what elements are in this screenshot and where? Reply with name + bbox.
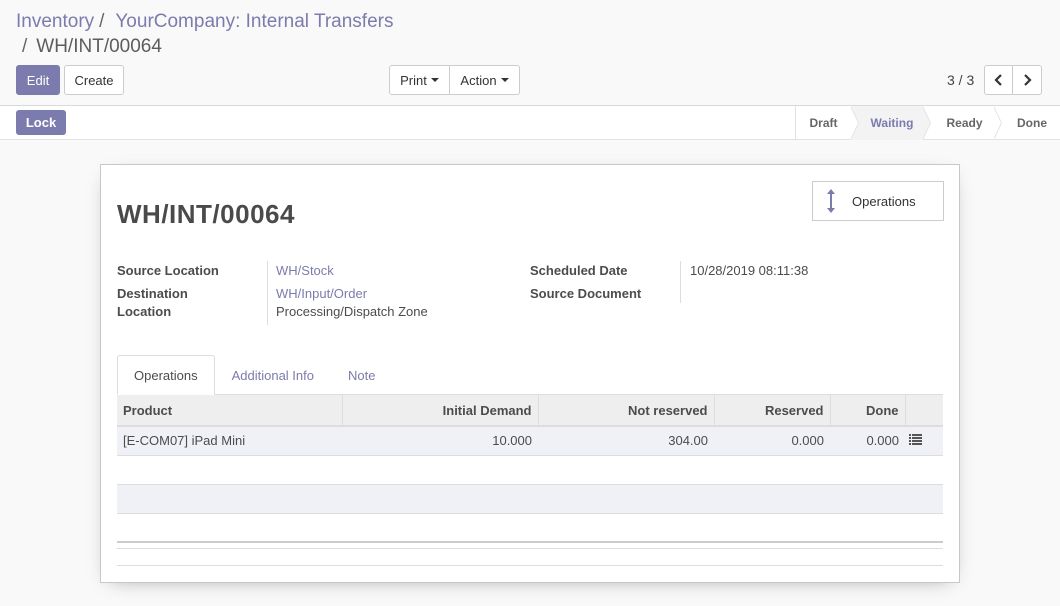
cell-initial-demand: 10.000 [342, 426, 538, 456]
column-header-product[interactable]: Product [117, 395, 343, 427]
breadcrumb: Inventory / YourCompany: Internal Transfe… [16, 11, 393, 33]
stage-ready: Ready [923, 106, 1002, 140]
column-header-reserved[interactable]: Reserved [714, 395, 831, 427]
scheduled-date-label: Scheduled Date [530, 263, 628, 278]
tab-additional-info[interactable]: Additional Info [215, 355, 331, 395]
destination-location-label: Destination [117, 286, 188, 301]
column-header-initial-demand[interactable]: Initial Demand [342, 395, 539, 427]
caret-down-icon [430, 78, 439, 82]
stage-done: Done [994, 106, 1060, 140]
stage-arrow [993, 106, 1002, 140]
list-icon[interactable] [909, 434, 922, 446]
table-row[interactable]: [E-COM07] iPad Mini 10.000 304.00 0.000 … [117, 426, 943, 456]
stage-label: Ready [946, 116, 983, 130]
table-row-empty [117, 455, 943, 485]
column-header-done[interactable]: Done [830, 395, 906, 427]
stage-draft: Draft [795, 106, 859, 140]
stage-arrow [922, 106, 931, 140]
cell-product: [E-COM07] iPad Mini [117, 426, 342, 456]
destination-location-sub: Processing/Dispatch Zone [276, 304, 428, 319]
status-stages: Draft Waiting Ready Done [795, 106, 1060, 140]
breadcrumb-separator: / [99, 11, 105, 32]
pager-previous-button[interactable] [984, 65, 1013, 95]
create-button[interactable]: Create [64, 65, 124, 95]
caret-down-icon [500, 78, 509, 82]
stage-label: Waiting [870, 116, 914, 130]
breadcrumb-separator: / [22, 36, 28, 57]
destination-location-label-line2: Location [117, 304, 172, 319]
source-document-label: Source Document [530, 286, 642, 301]
operations-smart-button[interactable]: Operations [812, 181, 944, 221]
print-action-group: Print Action [389, 65, 520, 95]
field-divider [680, 261, 681, 303]
stage-waiting: Waiting [851, 106, 931, 140]
form-sheet: Operations WH/INT/00064 Source Location … [100, 164, 960, 583]
pager-next-button[interactable] [1013, 65, 1042, 95]
column-header-actions [905, 395, 943, 427]
stage-arrow [850, 106, 859, 140]
control-panel: Inventory / YourCompany: Internal Transfe… [0, 0, 1060, 106]
edit-button[interactable]: Edit [16, 65, 60, 95]
field-divider [267, 261, 268, 325]
tab-operations[interactable]: Operations [117, 355, 215, 395]
breadcrumb-item-inventory[interactable]: Inventory [16, 11, 94, 32]
lock-button[interactable]: Lock [16, 110, 66, 135]
scheduled-date-value: 10/28/2019 08:11:38 [690, 263, 809, 278]
column-header-not-reserved[interactable]: Not reserved [538, 395, 715, 427]
tab-note[interactable]: Note [331, 355, 392, 395]
source-location-label: Source Location [117, 263, 219, 278]
source-location-link[interactable]: WH/Stock [276, 262, 334, 280]
operations-smart-button-label: Operations [852, 193, 916, 209]
breadcrumb-current: WH/INT/00064 [36, 36, 162, 57]
table-header-row: Product Initial Demand Not reserved Rese… [117, 395, 943, 427]
chevron-right-icon [1024, 74, 1032, 86]
stage-label: Draft [809, 116, 838, 130]
operations-table: Product Initial Demand Not reserved Rese… [117, 395, 943, 542]
print-dropdown-button[interactable]: Print [389, 65, 450, 95]
pager-value[interactable]: 3 / 3 [947, 72, 974, 88]
table-footer [117, 541, 943, 549]
cell-not-reserved: 304.00 [538, 426, 714, 456]
destination-location-link[interactable]: WH/Input/Order [276, 285, 367, 303]
table-footer-line [117, 565, 943, 566]
record-title: WH/INT/00064 [117, 199, 295, 229]
breadcrumb-current-wrap: / WH/INT/00064 [22, 36, 162, 58]
cell-reserved: 0.000 [714, 426, 830, 456]
print-label: Print [400, 72, 427, 88]
chevron-left-icon [993, 74, 1002, 86]
breadcrumb-item-internal-transfers[interactable]: YourCompany: Internal Transfers [115, 11, 393, 32]
arrows-vertical-icon [827, 189, 835, 213]
stage-label: Done [1017, 116, 1047, 130]
action-dropdown-button[interactable]: Action [450, 65, 520, 95]
pager-buttons [984, 65, 1042, 95]
notebook-tabs: Operations Additional Info Note [117, 355, 392, 395]
action-label: Action [460, 72, 497, 88]
cell-detail [905, 426, 943, 456]
table-row-empty [117, 484, 943, 514]
cell-done: 0.000 [830, 426, 905, 456]
table-row-empty [117, 513, 943, 542]
status-bar: Lock Draft Waiting Ready Done [0, 106, 1060, 140]
